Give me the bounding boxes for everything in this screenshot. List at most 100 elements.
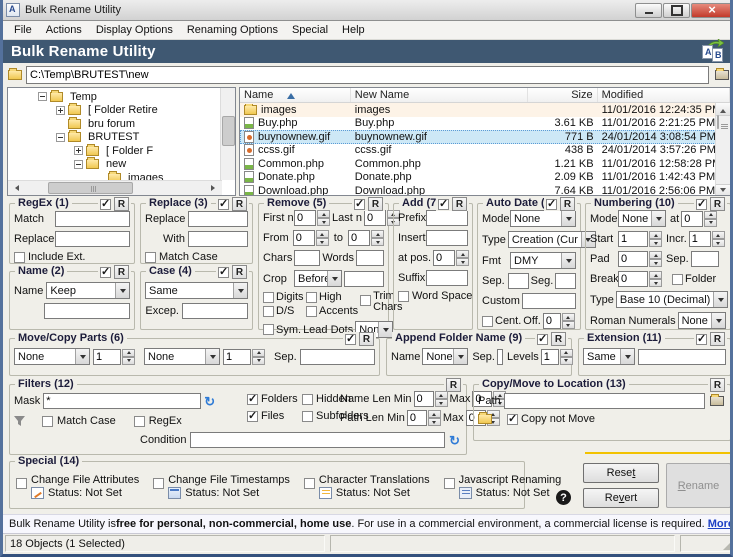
auto-date-enable-checkbox[interactable]: [546, 199, 557, 210]
name-mode-dropdown[interactable]: Keep: [46, 282, 130, 299]
tree-vertical-scrollbar[interactable]: [220, 88, 235, 180]
replace-with-input[interactable]: [188, 231, 248, 247]
spin-up-icon[interactable]: [317, 210, 330, 218]
numbering-roman-dropdown[interactable]: None: [678, 312, 726, 329]
auto-date-custom-input[interactable]: [522, 293, 576, 309]
collapse-icon[interactable]: [74, 160, 83, 169]
spin-down-icon[interactable]: [649, 239, 662, 247]
path-input[interactable]: [26, 66, 709, 84]
regex-replace-input[interactable]: [55, 231, 130, 247]
auto-date-fmt-dropdown[interactable]: DMY: [510, 252, 576, 269]
auto-date-type-dropdown[interactable]: Creation (Cur: [508, 231, 596, 248]
add-prefix-input[interactable]: [426, 210, 468, 226]
tree-item-brutest[interactable]: BRUTEST: [10, 131, 235, 145]
column-header-size[interactable]: Size: [528, 88, 597, 102]
spin-down-icon[interactable]: [122, 357, 135, 365]
remove-crop-dropdown[interactable]: Before: [294, 270, 342, 287]
add-reset-button[interactable]: R: [452, 197, 467, 211]
remove-from-spinner[interactable]: [293, 230, 329, 246]
reset-button[interactable]: Reset: [583, 463, 659, 483]
tree-item-folder-f[interactable]: [ Folder F: [10, 144, 235, 158]
numbering-type-dropdown[interactable]: Base 10 (Decimal): [616, 291, 728, 308]
column-header-modified[interactable]: Modified: [598, 88, 730, 102]
scroll-down-icon[interactable]: [720, 188, 726, 195]
filters-regex-checkbox[interactable]: [134, 416, 145, 427]
numbering-sep-input[interactable]: [691, 251, 719, 267]
extension-reset-button[interactable]: R: [710, 332, 725, 346]
remove-high-checkbox[interactable]: [306, 292, 317, 303]
move-copy-count2-spinner[interactable]: [223, 349, 265, 365]
case-enable-checkbox[interactable]: [218, 267, 229, 278]
numbering-incr-spinner[interactable]: [689, 231, 725, 247]
expand-icon[interactable]: [56, 106, 65, 115]
spin-down-icon[interactable]: [428, 418, 441, 426]
revert-button[interactable]: Revert: [583, 488, 659, 508]
spin-up-icon[interactable]: [704, 211, 717, 219]
scroll-right-icon[interactable]: [211, 185, 218, 191]
append-folder-sep-input[interactable]: [497, 349, 503, 365]
remove-sym-checkbox[interactable]: [263, 324, 274, 335]
spin-up-icon[interactable]: [649, 231, 662, 239]
replace-reset-button[interactable]: R: [232, 197, 247, 211]
more-info-link[interactable]: More Info: [708, 518, 733, 530]
auto-date-cent-checkbox[interactable]: [482, 316, 493, 327]
regex-reset-button[interactable]: R: [114, 197, 129, 211]
collapse-icon[interactable]: [56, 133, 65, 142]
remove-first-n-spinner[interactable]: [294, 210, 330, 226]
auto-date-seg-input[interactable]: [555, 273, 576, 289]
scroll-left-icon[interactable]: [12, 185, 19, 191]
change-file-attributes-checkbox[interactable]: [16, 478, 27, 489]
move-copy-enable-checkbox[interactable]: [345, 334, 356, 345]
chevron-down-icon[interactable]: [378, 322, 392, 337]
remove-words-input[interactable]: [356, 250, 384, 266]
spin-up-icon[interactable]: [316, 230, 329, 238]
chevron-down-icon[interactable]: [713, 292, 727, 307]
add-enable-checkbox[interactable]: [438, 199, 449, 210]
chevron-down-icon[interactable]: [233, 283, 247, 298]
character-translations-checkbox[interactable]: [304, 478, 315, 489]
remove-enable-checkbox[interactable]: [354, 199, 365, 210]
tree-horizontal-scrollbar[interactable]: [8, 180, 222, 195]
spin-up-icon[interactable]: [371, 230, 384, 238]
column-header-new-name[interactable]: New Name: [351, 88, 528, 102]
chevron-down-icon[interactable]: [115, 283, 129, 298]
resize-grip[interactable]: [723, 541, 732, 550]
file-row[interactable]: Donate.php Donate.php 2.09 KB 11/01/2016…: [240, 171, 730, 185]
append-folder-name-dropdown[interactable]: None: [422, 348, 468, 365]
chevron-down-icon[interactable]: [620, 349, 634, 364]
menu-renaming-options[interactable]: Renaming Options: [180, 22, 285, 38]
spin-down-icon[interactable]: [456, 258, 469, 266]
name-reset-button[interactable]: R: [114, 265, 129, 279]
chevron-down-icon[interactable]: [453, 349, 467, 364]
spin-up-icon[interactable]: [562, 313, 575, 321]
collapse-icon[interactable]: [38, 92, 47, 101]
spin-up-icon[interactable]: [649, 271, 662, 279]
spin-up-icon[interactable]: [649, 251, 662, 259]
filters-subfolders-checkbox[interactable]: [302, 411, 313, 422]
extension-mode-dropdown[interactable]: Same: [583, 348, 635, 365]
tree-item-folder-retire[interactable]: [ Folder Retire: [10, 104, 235, 118]
spin-up-icon[interactable]: [252, 349, 265, 357]
replace-enable-checkbox[interactable]: [218, 199, 229, 210]
spin-down-icon[interactable]: [317, 218, 330, 226]
close-button[interactable]: [691, 3, 733, 18]
spin-down-icon[interactable]: [435, 399, 448, 407]
menu-actions[interactable]: Actions: [39, 22, 89, 38]
filters-path-len-min-spinner[interactable]: [407, 410, 441, 426]
append-folder-enable-checkbox[interactable]: [537, 334, 548, 345]
spin-down-icon[interactable]: [252, 357, 265, 365]
auto-date-sep-input[interactable]: [508, 273, 529, 289]
help-icon[interactable]: ?: [556, 490, 571, 505]
replace-search-input[interactable]: [188, 211, 248, 227]
file-row[interactable]: ccss.gif ccss.gif 438 B 24/01/2014 3:57:…: [240, 144, 730, 158]
file-row[interactable]: Download.php Download.php 7.64 KB 11/01/…: [240, 184, 730, 196]
rename-button[interactable]: Rename: [666, 463, 731, 508]
filters-match-case-checkbox[interactable]: [42, 416, 53, 427]
copy-not-move-checkbox[interactable]: [507, 414, 518, 425]
file-row[interactable]: Common.php Common.php 1.21 KB 11/01/2016…: [240, 157, 730, 171]
spin-up-icon[interactable]: [456, 250, 469, 258]
spin-down-icon[interactable]: [649, 279, 662, 287]
filters-mask-input[interactable]: [43, 393, 201, 409]
filters-name-len-min-spinner[interactable]: [414, 391, 448, 407]
auto-date-reset-button[interactable]: R: [560, 197, 575, 211]
